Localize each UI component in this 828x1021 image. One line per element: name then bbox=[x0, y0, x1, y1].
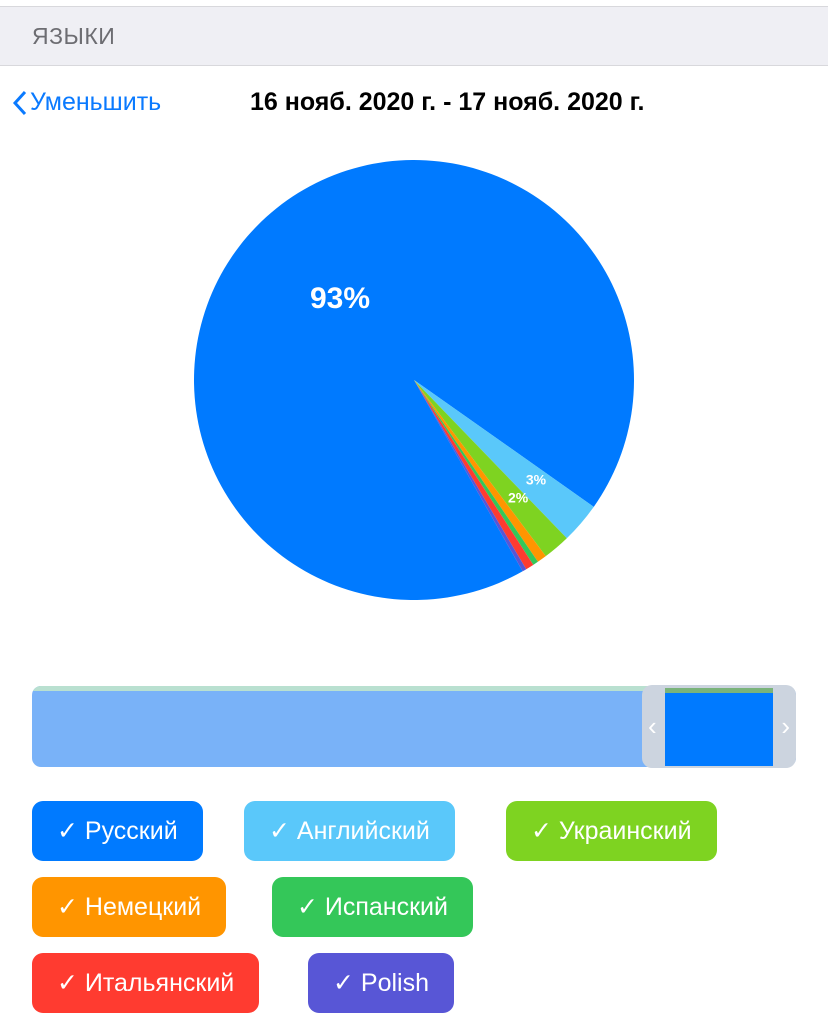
filter-italian[interactable]: ✓ Итальянский bbox=[32, 953, 260, 1013]
zoom-out-button[interactable]: Уменьшить bbox=[12, 88, 161, 117]
slider-left-handle[interactable]: ‹ bbox=[648, 711, 657, 742]
pie-chart: 93% 3%2% bbox=[193, 160, 634, 600]
section-title: ЯЗЫКИ bbox=[32, 23, 116, 49]
zoom-out-label: Уменьшить bbox=[30, 88, 162, 116]
section-header: ЯЗЫКИ bbox=[0, 6, 828, 66]
filter-polish[interactable]: ✓ Polish bbox=[308, 953, 454, 1013]
time-range-slider[interactable]: ‹ › bbox=[32, 685, 796, 768]
pie-label-2: 2% bbox=[508, 489, 529, 505]
date-range: 16 нояб. 2020 г. - 17 нояб. 2020 г. bbox=[250, 88, 645, 116]
filter-ukrainian[interactable]: ✓ Украинский bbox=[506, 801, 717, 861]
filter-spanish[interactable]: ✓ Испанский bbox=[272, 877, 473, 937]
slider-window[interactable]: ‹ › bbox=[642, 685, 796, 768]
slider-right-handle[interactable]: › bbox=[781, 711, 790, 742]
chevron-left-icon bbox=[12, 90, 27, 115]
pie-label-1: 3% bbox=[526, 472, 547, 488]
slider-window-overview bbox=[665, 688, 773, 693]
slider-window-selection bbox=[665, 688, 773, 766]
filter-german[interactable]: ✓ Немецкий bbox=[32, 877, 227, 937]
filter-english[interactable]: ✓ Английский bbox=[244, 801, 455, 861]
pie-label-0: 93% bbox=[310, 282, 370, 315]
filter-russian[interactable]: ✓ Русский bbox=[32, 801, 203, 861]
